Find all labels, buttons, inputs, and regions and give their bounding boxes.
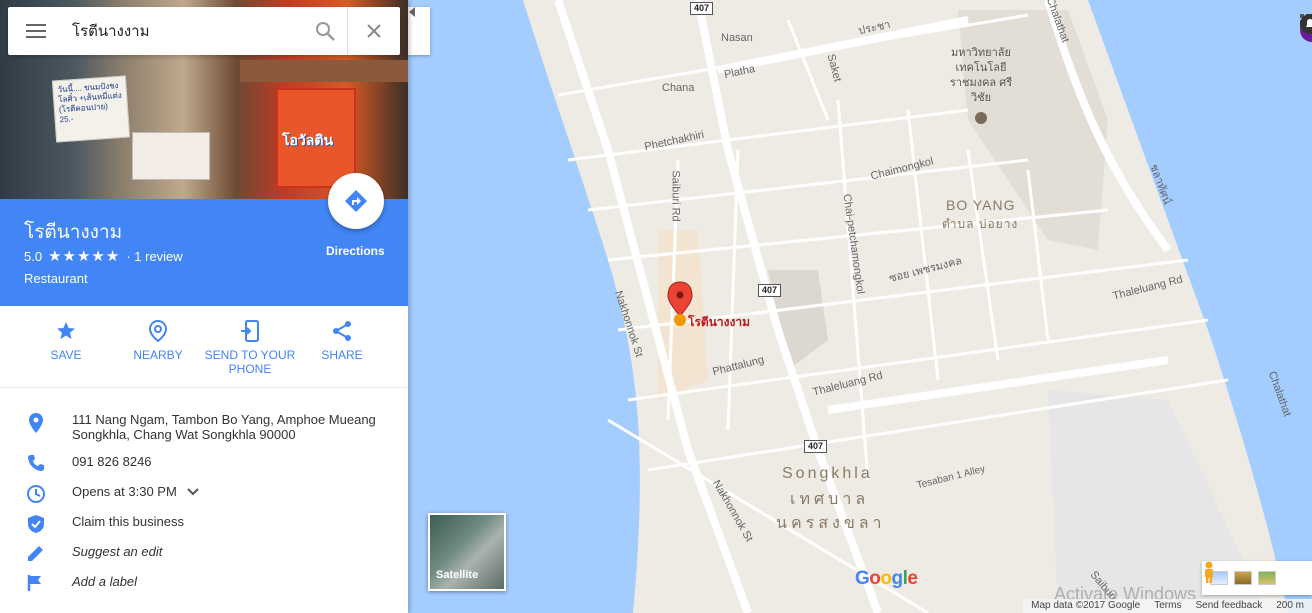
menu-button[interactable] — [8, 7, 64, 55]
add-label-text: Add a label — [72, 574, 138, 589]
place-category[interactable]: Restaurant — [24, 271, 88, 286]
photo-menu-sign: วันนี้.... ขนมปังชงโลศิ๋ว +เส้นหมี่แต่ง … — [51, 75, 131, 143]
photo-shelf — [240, 60, 408, 82]
route-407-shield: 407 — [758, 284, 782, 297]
hours-text: Opens at 3:30 PM — [72, 484, 177, 499]
scale-bar[interactable]: 200 m — [1276, 600, 1304, 613]
notifications-icon[interactable] — [1300, 14, 1312, 34]
save-label: SAVE — [50, 348, 82, 362]
google-maps-app: 407 407 407 Nasan Platha Chana Saket ประ… — [0, 0, 1312, 613]
location-pin-icon — [29, 413, 43, 433]
directions-icon — [345, 190, 367, 212]
caret-left-icon — [409, 7, 415, 17]
search-button[interactable] — [302, 7, 348, 55]
suggest-edit-row[interactable]: Suggest an edit — [0, 544, 408, 562]
claim-text: Claim this business — [72, 514, 184, 529]
pencil-icon — [28, 546, 43, 561]
reviews-link[interactable]: · 1 review — [126, 249, 182, 264]
search-input[interactable]: โรตีนางงาม — [64, 19, 302, 43]
route-407-shield: 407 — [804, 440, 828, 453]
close-icon — [367, 24, 381, 38]
area-label-boyang-thai: ตำบล บ่อยาง — [942, 217, 1019, 231]
satellite-label: Satellite — [436, 569, 479, 581]
phone-text: 091 826 8246 — [72, 454, 152, 469]
road-label: Nasan — [721, 32, 753, 44]
share-label: SHARE — [321, 348, 363, 362]
imagery-thumbnail[interactable] — [1234, 571, 1252, 585]
satellite-toggle[interactable]: Satellite — [428, 513, 506, 591]
send-to-phone-button[interactable]: SEND TO YOUR PHONE — [204, 318, 296, 376]
area-label-songkhla-thai: เทศบาล — [790, 491, 870, 508]
map-canvas[interactable]: 407 407 407 Nasan Platha Chana Saket ประ… — [408, 0, 1312, 613]
share-icon — [333, 321, 351, 341]
photo-boxes — [132, 132, 210, 180]
nearby-button[interactable]: NEARBY — [112, 318, 204, 362]
account-toolbar — [1300, 14, 1312, 42]
address-text: 111 Nang Ngam, Tambon Bo Yang, Amphoe Mu… — [72, 412, 376, 442]
flag-icon — [27, 575, 41, 591]
place-title: โรตีนางงาม — [24, 222, 123, 243]
suggest-edit-text: Suggest an edit — [72, 544, 163, 559]
street-view-control[interactable] — [1202, 561, 1312, 595]
collapse-panel-button[interactable] — [408, 7, 430, 55]
search-box: โรตีนางงาม — [8, 7, 400, 55]
rating-stars: ★★★★★ — [48, 248, 121, 265]
institution-label[interactable]: มหาวิทยาลัย เทคโนโลยี ราชมงคล ศรีวิชัย — [946, 46, 1016, 106]
action-bar: SAVE NEARBY SEND TO YOUR PHONE SHARE — [0, 306, 408, 388]
send-feedback-link[interactable]: Send feedback — [1195, 600, 1262, 613]
place-panel: วันนี้.... ขนมปังชงโลศิ๋ว +เส้นหมี่แต่ง … — [0, 0, 408, 613]
hours-row[interactable]: Opens at 3:30 PM — [0, 484, 408, 504]
google-logo: Google — [855, 568, 918, 589]
shield-check-icon — [28, 515, 44, 533]
share-button[interactable]: SHARE — [296, 318, 388, 362]
star-icon — [57, 322, 75, 339]
pegman-icon[interactable] — [1202, 561, 1216, 583]
add-label-row[interactable]: Add a label — [0, 574, 408, 592]
chevron-down-icon[interactable] — [187, 488, 199, 496]
rating-value: 5.0 — [24, 248, 43, 264]
map-data-attribution: Map data ©2017 Google — [1031, 600, 1141, 611]
phone-icon — [28, 455, 44, 471]
area-label-boyang: BO YANG — [946, 197, 1016, 213]
clock-icon — [27, 485, 45, 503]
area-label-songkhla-thai: นครสงขลา — [776, 515, 886, 532]
map-footer: Map data ©2017 Google Terms Send feedbac… — [1023, 599, 1312, 613]
phone-row[interactable]: 091 826 8246 — [0, 454, 408, 472]
road-label: Chana — [662, 82, 695, 94]
claim-row[interactable]: Claim this business — [0, 514, 408, 534]
route-407-shield: 407 — [690, 2, 714, 15]
imagery-thumbnail[interactable] — [1258, 571, 1276, 585]
place-header: โรตีนางงาม 5.0 ★★★★★ · 1 review Restaura… — [0, 173, 408, 306]
nearby-label: NEARBY — [133, 348, 183, 362]
directions-label[interactable]: Directions — [326, 244, 385, 258]
save-button[interactable]: SAVE — [20, 318, 112, 362]
address-row[interactable]: 111 Nang Ngam, Tambon Bo Yang, Amphoe Mu… — [0, 412, 408, 442]
photo-banner-text: โอวัลติน — [282, 132, 334, 148]
nearby-icon — [148, 320, 168, 342]
rating-row: 5.0 ★★★★★ · 1 review — [24, 247, 183, 265]
search-icon — [315, 22, 335, 41]
directions-button[interactable] — [328, 173, 384, 229]
road-label: Saiburi Rd — [669, 170, 682, 222]
send-to-phone-icon — [241, 320, 259, 342]
terms-link[interactable]: Terms — [1154, 600, 1181, 613]
send-to-phone-label: SEND TO YOUR PHONE — [204, 348, 296, 376]
hamburger-icon — [26, 24, 46, 38]
place-marker-label[interactable]: โรตีนางงาม — [688, 313, 750, 332]
clear-search-button[interactable] — [348, 7, 400, 55]
area-label-songkhla: Songkhla — [782, 465, 873, 482]
